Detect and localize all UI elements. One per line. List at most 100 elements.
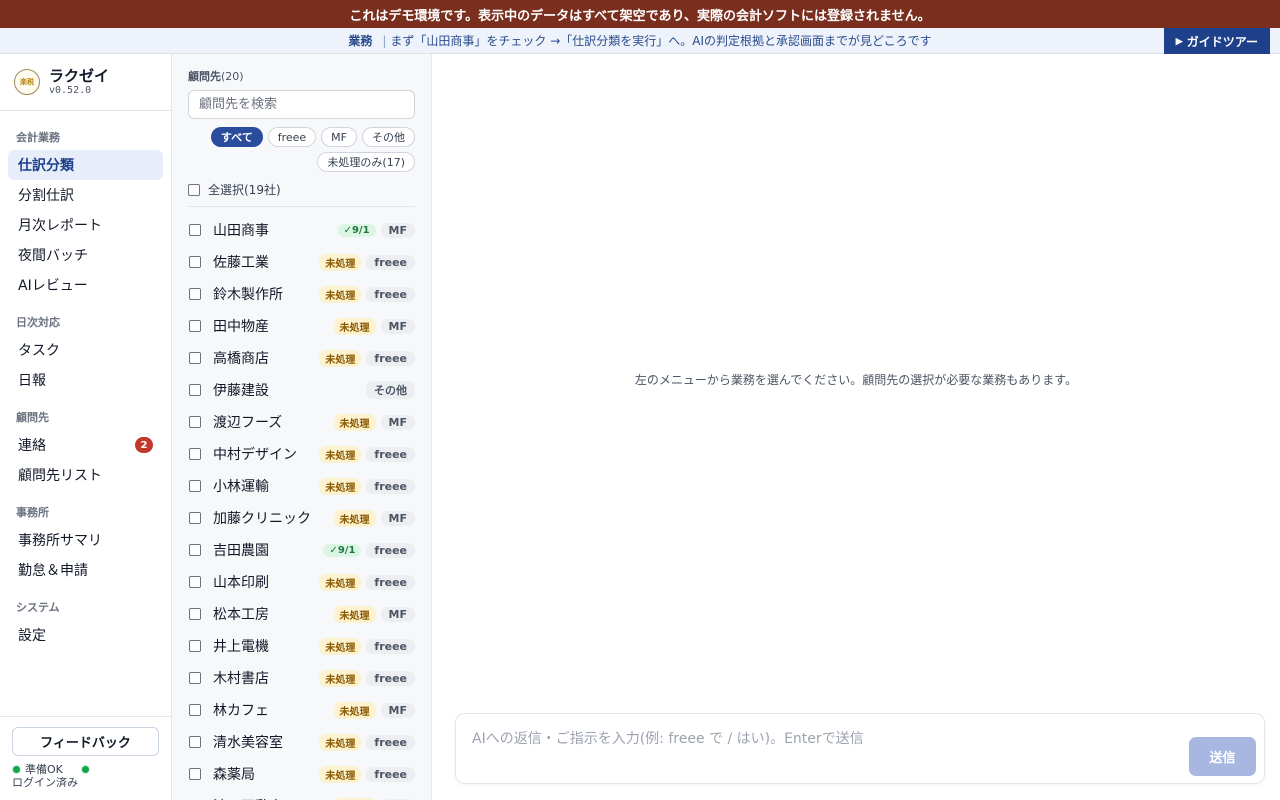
client-row[interactable]: 吉田農園 ✓9/1 freee — [188, 534, 415, 566]
client-checkbox[interactable] — [189, 672, 201, 684]
filter-freee[interactable]: freee — [267, 127, 317, 147]
filter-pending-only[interactable]: 未処理のみ(17) — [317, 152, 415, 172]
filter-other[interactable]: その他 — [362, 127, 415, 147]
client-status-badge: 未処理 — [333, 509, 376, 527]
client-row[interactable]: 渡辺フーズ 未処理 MF — [188, 406, 415, 438]
client-row[interactable]: 松本工房 未処理 MF — [188, 598, 415, 630]
app-logo: 楽税 — [14, 69, 40, 95]
guide-text: まず「山田商事」をチェック →「仕訳分類を実行」へ。AIの判定根拠と承認画面まで… — [390, 34, 932, 48]
client-row[interactable]: 森薬局 未処理 freee — [188, 758, 415, 790]
client-checkbox[interactable] — [189, 736, 201, 748]
client-row[interactable]: 加藤クリニック 未処理 MF — [188, 502, 415, 534]
nav-item-shiwake[interactable]: 仕訳分類 — [8, 150, 163, 180]
main-area: 左のメニューから業務を選んでください。顧問先の選択が必要な業務もあります。 AI… — [432, 54, 1280, 800]
play-icon: ▶ — [1175, 35, 1183, 46]
guide-separator: | — [382, 33, 387, 48]
nav-item-label: 連絡 — [18, 438, 46, 454]
client-row[interactable]: 中村デザイン 未処理 freee — [188, 438, 415, 470]
nav-item-getsuji[interactable]: 月次レポート — [8, 210, 163, 240]
nav-item-aireview[interactable]: AIレビュー — [8, 270, 163, 300]
client-software-badge: freee — [366, 254, 415, 270]
client-status-badge: 未処理 — [333, 605, 376, 623]
nav-item-label: 勤怠＆申請 — [18, 563, 88, 579]
client-checkbox[interactable] — [189, 608, 201, 620]
client-name: 清水美容室 — [213, 735, 283, 751]
client-status-badge: ✓9/1 — [337, 223, 376, 237]
client-row[interactable]: 池田不動産未処理MF — [188, 790, 415, 800]
client-software-badge: MF — [380, 606, 415, 622]
client-checkbox[interactable] — [189, 352, 201, 364]
guide-tour-button[interactable]: ▶ ガイドツアー — [1163, 28, 1270, 54]
client-checkbox[interactable] — [189, 768, 201, 780]
nav-item-yakan[interactable]: 夜間バッチ — [8, 240, 163, 270]
client-search-input[interactable] — [188, 90, 415, 119]
nav-item-label: 夜間バッチ — [18, 248, 88, 264]
nav-section-client: 顧問先 — [16, 411, 49, 424]
client-checkbox[interactable] — [189, 576, 201, 588]
nav-item-client-list[interactable]: 顧問先リスト — [8, 460, 163, 490]
client-row[interactable]: 田中物産 未処理 MF — [188, 310, 415, 342]
client-checkbox[interactable] — [189, 416, 201, 428]
chat-input[interactable]: AIへの返信・ご指示を入力(例: freee で / はい)。Enterで送信 — [472, 728, 864, 748]
client-checkbox[interactable] — [189, 384, 201, 396]
client-checkbox[interactable] — [189, 320, 201, 332]
client-row[interactable]: 山田商事 ✓9/1 MF — [188, 214, 415, 246]
client-name: 伊藤建設 — [213, 383, 269, 399]
status-login: ログイン済み — [12, 776, 78, 789]
nav-item-label: タスク — [18, 343, 60, 359]
client-row[interactable]: 伊藤建設 その他 — [188, 374, 415, 406]
logo-text: 楽税 — [20, 78, 34, 86]
nav-item-renraku[interactable]: 連絡 2 — [8, 430, 163, 460]
client-name: 佐藤工業 — [213, 255, 269, 271]
client-name: 加藤クリニック — [213, 511, 311, 527]
select-all[interactable]: 全選択(19社) — [188, 181, 415, 207]
client-row[interactable]: 山本印刷 未処理 freee — [188, 566, 415, 598]
client-software-badge: MF — [380, 222, 415, 238]
client-checkbox[interactable] — [189, 480, 201, 492]
nav-item-bunkatsu[interactable]: 分割仕訳 — [8, 180, 163, 210]
filter-mf[interactable]: MF — [321, 127, 357, 147]
nav-item-label: 月次レポート — [18, 218, 102, 234]
client-checkbox[interactable] — [189, 448, 201, 460]
nav-item-office-summary[interactable]: 事務所サマリ — [8, 525, 163, 555]
client-row[interactable]: 小林運輸 未処理 freee — [188, 470, 415, 502]
client-software-badge: freee — [366, 542, 415, 558]
client-name: 山田商事 — [213, 223, 269, 239]
client-status-badge: 未処理 — [319, 573, 362, 591]
client-row[interactable]: 木村書店 未処理 freee — [188, 662, 415, 694]
client-status-badge: 未処理 — [319, 349, 362, 367]
client-row[interactable]: 林カフェ 未処理 MF — [188, 694, 415, 726]
nav-item-settings[interactable]: 設定 — [8, 620, 163, 650]
client-software-badge: freee — [366, 574, 415, 590]
select-all-checkbox[interactable] — [188, 183, 200, 196]
nav-item-task[interactable]: タスク — [8, 335, 163, 365]
nav-section-system: システム — [16, 601, 60, 614]
client-software-badge: freee — [366, 734, 415, 750]
client-checkbox[interactable] — [189, 640, 201, 652]
client-checkbox[interactable] — [189, 288, 201, 300]
client-row[interactable]: 井上電機 未処理 freee — [188, 630, 415, 662]
client-row[interactable]: 鈴木製作所 未処理 freee — [188, 278, 415, 310]
client-row[interactable]: 高橋商店 未処理 freee — [188, 342, 415, 374]
nav-section-daily: 日次対応 — [16, 316, 60, 329]
nav-item-kintai[interactable]: 勤怠＆申請 — [8, 555, 163, 585]
client-software-badge: freee — [366, 446, 415, 462]
brand: 楽税 ラクゼイ v0.52.0 — [0, 54, 171, 111]
client-name: 渡辺フーズ — [213, 415, 283, 431]
client-checkbox[interactable] — [189, 224, 201, 236]
client-checkbox[interactable] — [189, 704, 201, 716]
nav-item-nippo[interactable]: 日報 — [8, 365, 163, 395]
send-button[interactable]: 送信 — [1189, 737, 1256, 776]
client-panel: 顧問先(20) すべて freee MF その他 未処理のみ(17) 全選択(1… — [172, 54, 432, 800]
client-row[interactable]: 佐藤工業 未処理 freee — [188, 246, 415, 278]
client-checkbox[interactable] — [189, 256, 201, 268]
client-checkbox[interactable] — [189, 512, 201, 524]
select-all-label: 全選択(19社) — [208, 183, 281, 197]
filter-all[interactable]: すべて — [210, 127, 263, 147]
client-row[interactable]: 清水美容室 未処理 freee — [188, 726, 415, 758]
client-status-badge: 未処理 — [333, 317, 376, 335]
client-name: 田中物産 — [213, 319, 269, 335]
demo-banner: これはデモ環境です。表示中のデータはすべて架空であり、実際の会計ソフトには登録さ… — [0, 0, 1280, 28]
feedback-button[interactable]: フィードバック — [12, 727, 159, 756]
client-checkbox[interactable] — [189, 544, 201, 556]
